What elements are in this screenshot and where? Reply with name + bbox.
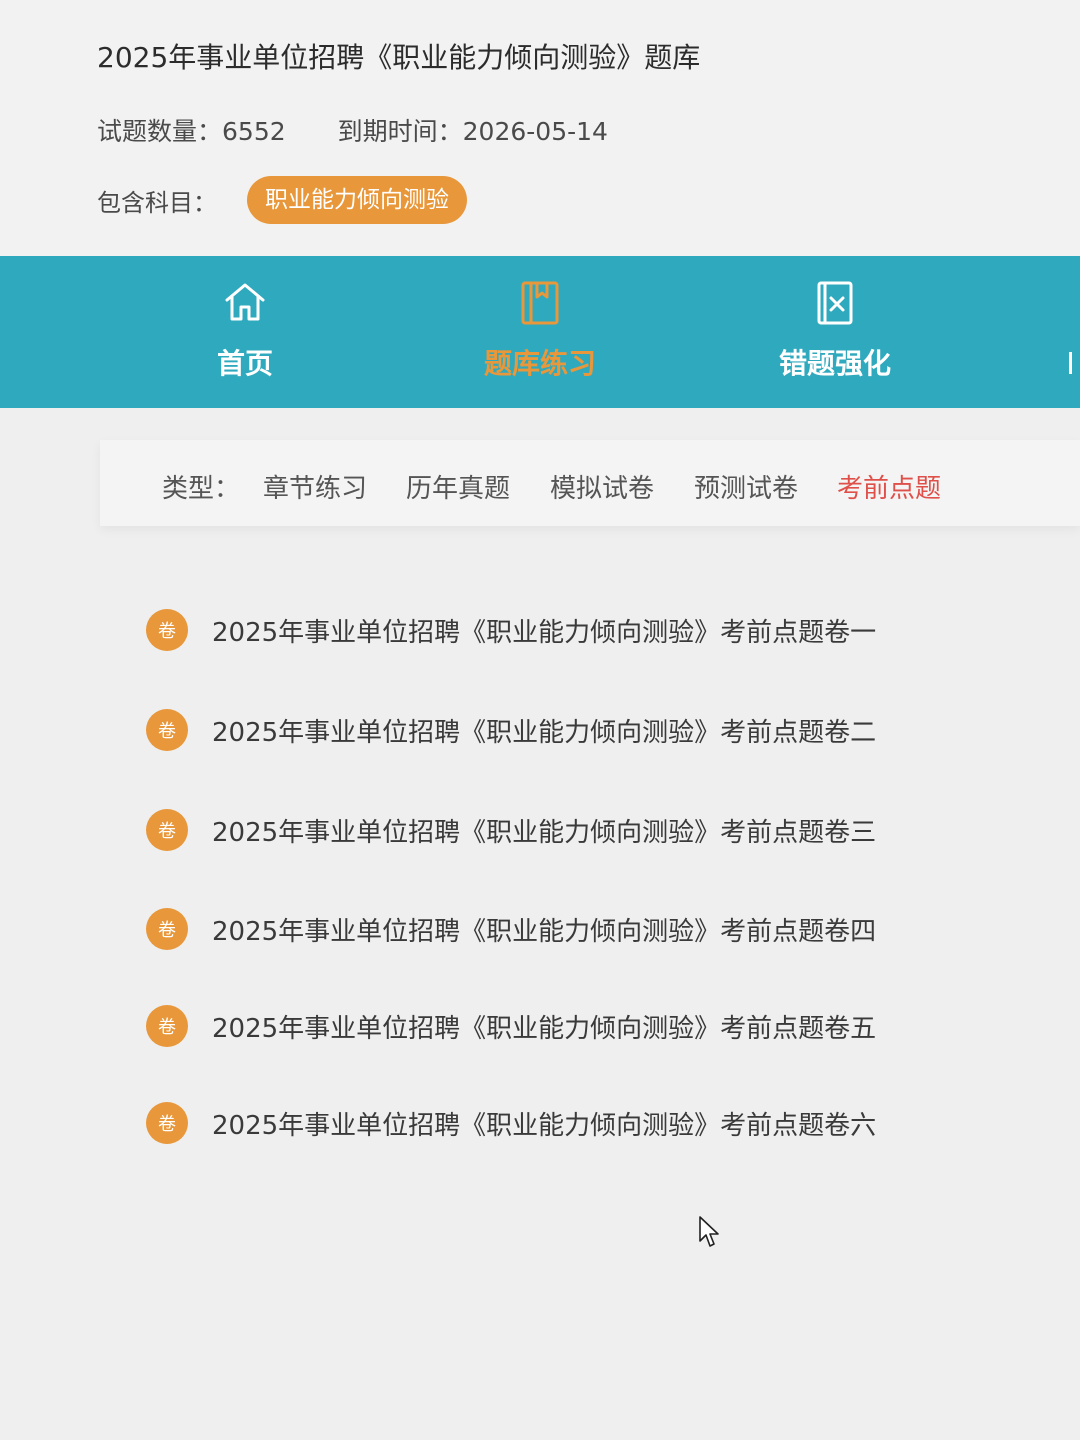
- nav-home-label: 首页: [216, 347, 273, 380]
- wrong-questions-icon: [817, 281, 853, 325]
- list-item[interactable]: 卷 2025年事业单位招聘《职业能力倾向测验》考前点题卷二: [146, 700, 946, 760]
- subject-tag[interactable]: 职业能力倾向测验: [247, 176, 467, 224]
- home-icon: [225, 283, 265, 321]
- list-item[interactable]: 卷 2025年事业单位招聘《职业能力倾向测验》考前点题卷三: [146, 800, 946, 860]
- list-item[interactable]: 卷 2025年事业单位招聘《职业能力倾向测验》考前点题卷一: [146, 600, 946, 660]
- bank-meta: 试题数量：6552 到期时间：2026-05-14: [97, 112, 608, 148]
- list-item[interactable]: 卷 2025年事业单位招聘《职业能力倾向测验》考前点题卷五: [146, 996, 946, 1056]
- question-count-value: 6552: [222, 117, 286, 146]
- filter-pre-exam-points[interactable]: 考前点题: [837, 468, 941, 505]
- paper-title[interactable]: 2025年事业单位招聘《职业能力倾向测验》考前点题卷六: [212, 1105, 876, 1142]
- filter-mock-papers[interactable]: 模拟试卷: [550, 468, 654, 505]
- subjects-row: 包含科目： 职业能力倾向测验: [97, 176, 467, 224]
- bank-info-header: 2025年事业单位招聘《职业能力倾向测验》题库 试题数量：6552 到期时间：20…: [0, 0, 1080, 258]
- nav-wrong-questions-label: 错题强化: [778, 347, 891, 380]
- list-item[interactable]: 卷 2025年事业单位招聘《职业能力倾向测验》考前点题卷四: [146, 899, 946, 959]
- paper-badge: 卷: [146, 908, 188, 950]
- list-item[interactable]: 卷 2025年事业单位招聘《职业能力倾向测验》考前点题卷六: [146, 1093, 946, 1153]
- mouse-cursor-icon: [699, 1216, 719, 1247]
- book-icon: [521, 281, 559, 325]
- expiry-value: 2026-05-14: [462, 117, 608, 146]
- main-nav: 首页 题库练习 错题强化: [0, 256, 1080, 408]
- nav-wrong-questions[interactable]: 错题强化: [735, 256, 935, 408]
- paper-title[interactable]: 2025年事业单位招聘《职业能力倾向测验》考前点题卷三: [212, 812, 876, 849]
- filter-predict-papers[interactable]: 预测试卷: [694, 468, 798, 505]
- nav-home[interactable]: 首页: [145, 256, 345, 408]
- expiry-label: 到期时间：: [337, 117, 463, 146]
- subjects-label: 包含科目：: [97, 188, 217, 217]
- paper-title[interactable]: 2025年事业单位招聘《职业能力倾向测验》考前点题卷二: [212, 712, 876, 749]
- nav-question-practice-label: 题库练习: [483, 347, 596, 380]
- filter-chapter-practice[interactable]: 章节练习: [263, 468, 367, 505]
- paper-badge: 卷: [146, 1102, 188, 1144]
- question-count-label: 试题数量：: [97, 117, 223, 146]
- type-filter-label: 类型：: [162, 474, 241, 504]
- nav-question-practice[interactable]: 题库练习: [440, 256, 640, 408]
- paper-badge: 卷: [146, 709, 188, 751]
- paper-badge: 卷: [146, 609, 188, 651]
- paper-title[interactable]: 2025年事业单位招聘《职业能力倾向测验》考前点题卷一: [212, 612, 876, 649]
- paper-badge: 卷: [146, 1005, 188, 1047]
- paper-title[interactable]: 2025年事业单位招聘《职业能力倾向测验》考前点题卷四: [212, 911, 876, 948]
- filter-past-exams[interactable]: 历年真题: [406, 468, 510, 505]
- paper-title[interactable]: 2025年事业单位招聘《职业能力倾向测验》考前点题卷五: [212, 1008, 876, 1045]
- page-title: 2025年事业单位招聘《职业能力倾向测验》题库: [97, 41, 701, 74]
- type-filter-bar: 类型： 章节练习 历年真题 模拟试卷 预测试卷 考前点题: [100, 440, 1080, 526]
- nav-more-partial: [1069, 352, 1080, 374]
- paper-badge: 卷: [146, 809, 188, 851]
